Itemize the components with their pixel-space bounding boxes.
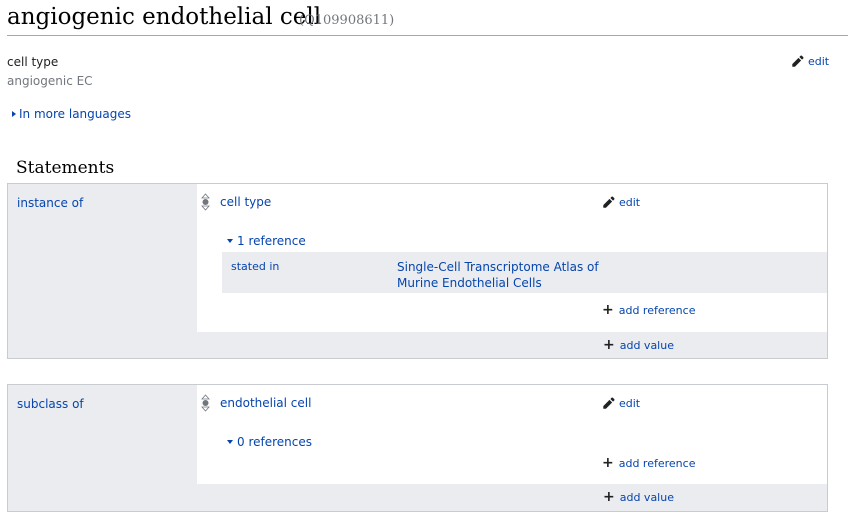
reference-property-stated-in[interactable]: stated in	[231, 260, 279, 273]
reference-value[interactable]: Single-Cell Transcriptome Atlas of Murin…	[397, 259, 612, 291]
edit-label: edit	[808, 55, 830, 68]
plus-icon: +	[603, 337, 615, 353]
add-reference-label: add reference	[618, 457, 696, 470]
add-value-button[interactable]: + add value	[603, 337, 674, 353]
reference-block: stated in Single-Cell Transcriptome Atla…	[222, 252, 827, 293]
add-value-label: add value	[619, 339, 674, 352]
statements-heading: Statements	[16, 158, 115, 178]
statement-value-panel: endothelial cell edit 0 references + add…	[197, 385, 827, 484]
pencil-icon	[603, 196, 615, 208]
plus-icon: +	[602, 455, 614, 471]
page-heading: angiogenic endothelial cell (Q109908611)	[7, 0, 848, 36]
triangle-down-icon	[227, 440, 233, 444]
triangle-down-icon	[227, 239, 233, 243]
rank-selector-icon[interactable]	[200, 193, 211, 211]
description-edit-button[interactable]: edit	[791, 55, 829, 68]
statement-group-instance-of: instance of cell type edit 1 reference s…	[7, 183, 828, 359]
property-subclass-of[interactable]: subclass of	[17, 397, 84, 411]
pencil-icon	[603, 397, 615, 409]
entity-id: (Q109908611)	[299, 13, 395, 28]
more-languages-toggle[interactable]: In more languages	[12, 107, 131, 121]
add-reference-label: add reference	[618, 304, 696, 317]
statement-group-subclass-of: subclass of endothelial cell edit 0 refe…	[7, 384, 828, 512]
statement-value-panel: cell type edit 1 reference stated in Sin…	[197, 184, 827, 332]
more-languages-label: In more languages	[19, 107, 131, 121]
plus-icon: +	[603, 489, 615, 505]
references-count: 0 references	[237, 435, 312, 449]
references-toggle[interactable]: 0 references	[227, 435, 312, 449]
add-reference-button[interactable]: + add reference	[602, 302, 696, 318]
pencil-icon	[792, 55, 804, 67]
statement-value-endothelial-cell[interactable]: endothelial cell	[220, 396, 311, 410]
property-instance-of[interactable]: instance of	[17, 196, 83, 210]
entity-alias: angiogenic EC	[7, 74, 93, 88]
add-value-label: add value	[619, 491, 674, 504]
add-value-button[interactable]: + add value	[603, 489, 674, 505]
statement-value-cell-type[interactable]: cell type	[220, 195, 271, 209]
plus-icon: +	[602, 302, 614, 318]
page-title: angiogenic endothelial cell	[7, 4, 322, 30]
entity-description: cell type	[7, 55, 59, 69]
edit-label: edit	[619, 196, 641, 209]
statement-edit-button[interactable]: edit	[602, 196, 640, 209]
references-count: 1 reference	[237, 234, 306, 248]
rank-selector-icon[interactable]	[200, 394, 211, 412]
statement-edit-button[interactable]: edit	[602, 397, 640, 410]
references-toggle[interactable]: 1 reference	[227, 234, 306, 248]
triangle-right-icon	[12, 111, 16, 117]
edit-label: edit	[619, 397, 641, 410]
add-reference-button[interactable]: + add reference	[602, 455, 696, 471]
